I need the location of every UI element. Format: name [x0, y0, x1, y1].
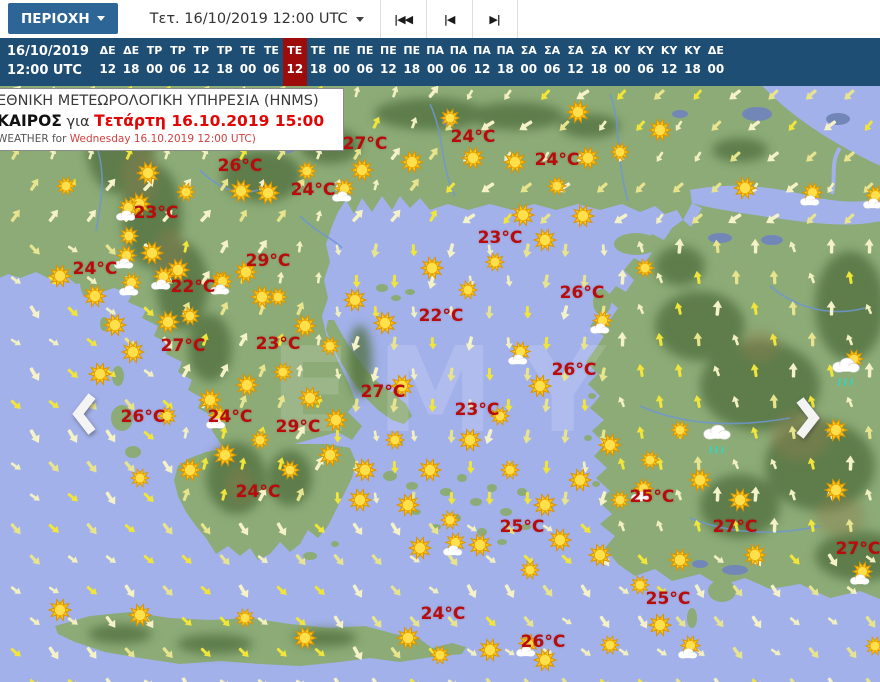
timeline-step[interactable]: ΔΕ 18 [119, 38, 142, 86]
timeline-step[interactable]: ΚΥ 06 [634, 38, 657, 86]
temperature-label: 27°C [835, 539, 880, 559]
timeline-step[interactable]: ΠΑ 12 [470, 38, 493, 86]
weather-app: ΠΕΡΙΟΧΗ Τετ. 16/10/2019 12:00 UTC |◀◀ |◀… [0, 0, 880, 682]
temperature-label: 26°C [559, 283, 605, 303]
timeline-bar: 16/10/2019 12:00 UTC ΔΕ 12 ΔΕ 18 ΤΡ 00 ΤΡ 06 ΤΡ 1… [0, 38, 880, 86]
timeline-step[interactable]: ΔΕ 00 [704, 38, 727, 86]
temperature-label: 27°C [712, 517, 758, 537]
temperature-label: 24°C [420, 604, 466, 624]
weather-map[interactable]: ΕΜΥ 27°C24°C24°C26°C24°C23°C23°C24°C29°C… [0, 86, 880, 682]
timeline-current-datetime: 16/10/2019 12:00 UTC [0, 38, 96, 86]
pan-left-button[interactable] [70, 392, 100, 440]
timeline-step[interactable]: ΠΕ 06 [353, 38, 376, 86]
temperature-label: 26°C [551, 360, 597, 380]
timeline-step[interactable]: ΠΕ 12 [377, 38, 400, 86]
temperature-label: 26°C [217, 156, 263, 176]
timeline-step[interactable]: ΤΕ 00 [236, 38, 259, 86]
timeline-step[interactable]: ΤΕ 12 [283, 38, 307, 86]
datetime-label: Τετ. 16/10/2019 12:00 UTC [149, 11, 348, 27]
temperature-label: 29°C [275, 417, 321, 437]
chevron-left-icon [72, 393, 96, 435]
temperature-label: 22°C [418, 306, 464, 326]
timeline-step[interactable]: ΤΕ 06 [260, 38, 283, 86]
pan-right-button[interactable] [792, 396, 822, 444]
toolbar: ΠΕΡΙΟΧΗ Τετ. 16/10/2019 12:00 UTC |◀◀ |◀… [0, 0, 880, 38]
forecast-title: ΚΑΙΡΟΣ για Τετάρτη 16.10.2019 15:00 [0, 112, 325, 130]
temperature-label: 27°C [160, 336, 206, 356]
temperature-label: 24°C [72, 259, 118, 279]
forecast-info-box: ΕΘΝΙΚΗ ΜΕΤΕΩΡΟΛΟΓΙΚΗ ΥΠΗΡΕΣΙΑ (HNMS) ΚΑΙ… [0, 88, 344, 151]
temperature-label: 24°C [290, 180, 336, 200]
step-forward-button[interactable]: ▶| [471, 0, 518, 38]
timeline-step[interactable]: ΤΡ 12 [190, 38, 213, 86]
timeline-time: 12:00 UTC [7, 63, 82, 78]
timeline-step[interactable]: ΚΥ 12 [657, 38, 680, 86]
timeline-step[interactable]: ΠΑ 06 [447, 38, 470, 86]
temperature-label: 23°C [255, 334, 301, 354]
temperature-label: 27°C [360, 382, 406, 402]
timeline-date: 16/10/2019 [7, 44, 89, 59]
temperature-label: 22°C [170, 277, 216, 297]
temperature-label: 23°C [133, 203, 179, 223]
skip-to-start-icon: |◀◀ [394, 12, 413, 26]
timeline-step[interactable]: ΤΡ 18 [213, 38, 236, 86]
step-back-icon: |◀ [443, 12, 456, 26]
skip-to-start-button[interactable]: |◀◀ [379, 0, 426, 38]
timeline-step[interactable]: ΔΕ 12 [96, 38, 119, 86]
temperature-label: 26°C [520, 632, 566, 652]
timeline-step[interactable]: ΣΑ 18 [587, 38, 610, 86]
temperature-label: 29°C [245, 251, 291, 271]
temperature-label: 24°C [450, 127, 496, 147]
temperature-label: 25°C [499, 517, 545, 537]
temperature-label: 23°C [454, 400, 500, 420]
timeline-step[interactable]: ΣΑ 00 [517, 38, 540, 86]
timeline-step[interactable]: ΣΑ 12 [564, 38, 587, 86]
region-dropdown-button[interactable]: ΠΕΡΙΟΧΗ [8, 3, 118, 34]
temperature-label: 23°C [477, 228, 523, 248]
caret-down-icon [96, 16, 105, 21]
step-back-button[interactable]: |◀ [425, 0, 472, 38]
timeline-step[interactable]: ΣΑ 06 [540, 38, 563, 86]
temperature-label: 24°C [235, 482, 281, 502]
chevron-right-icon [796, 397, 820, 439]
timeline-step[interactable]: ΤΡ 00 [143, 38, 166, 86]
caret-down-icon [355, 16, 364, 22]
step-forward-icon: ▶| [489, 12, 501, 26]
datetime-dropdown-button[interactable]: Τετ. 16/10/2019 12:00 UTC [134, 0, 380, 38]
temperature-label: 26°C [120, 407, 166, 427]
agency-title: ΕΘΝΙΚΗ ΜΕΤΕΩΡΟΛΟΓΙΚΗ ΥΠΗΡΕΣΙΑ (HNMS) [0, 93, 319, 109]
timeline-step[interactable]: ΚΥ 18 [681, 38, 704, 86]
temperature-label: 24°C [534, 150, 580, 170]
temperature-labels: 27°C 24°C 24°C 26°C 24°C 23°C 23°C 24°C 29°C 22°C… [0, 86, 880, 682]
temperature-label: 27°C [342, 134, 388, 154]
timeline-step[interactable]: ΠΕ 00 [330, 38, 353, 86]
temperature-label: 24°C [207, 407, 253, 427]
timeline-steps: ΔΕ 12 ΔΕ 18 ΤΡ 00 ΤΡ 06 ΤΡ 12 ΤΡ 18 ΤΕ 00 ΤΕ 06 ΤΕ 12 ΤΕ 18… [96, 38, 728, 86]
timeline-step[interactable]: ΠΑ 00 [423, 38, 446, 86]
timeline-step[interactable]: ΠΕ 18 [400, 38, 423, 86]
forecast-subtitle: WEATHER for Wednesday 16.10.2019 12:00 U… [0, 133, 256, 145]
timeline-step[interactable]: ΤΕ 18 [307, 38, 330, 86]
timeline-step[interactable]: ΤΡ 06 [166, 38, 189, 86]
temperature-label: 25°C [629, 487, 675, 507]
region-dropdown-label: ΠΕΡΙΟΧΗ [21, 10, 90, 27]
timeline-step[interactable]: ΠΑ 18 [494, 38, 517, 86]
temperature-label: 25°C [645, 589, 691, 609]
timeline-step[interactable]: ΚΥ 00 [611, 38, 634, 86]
